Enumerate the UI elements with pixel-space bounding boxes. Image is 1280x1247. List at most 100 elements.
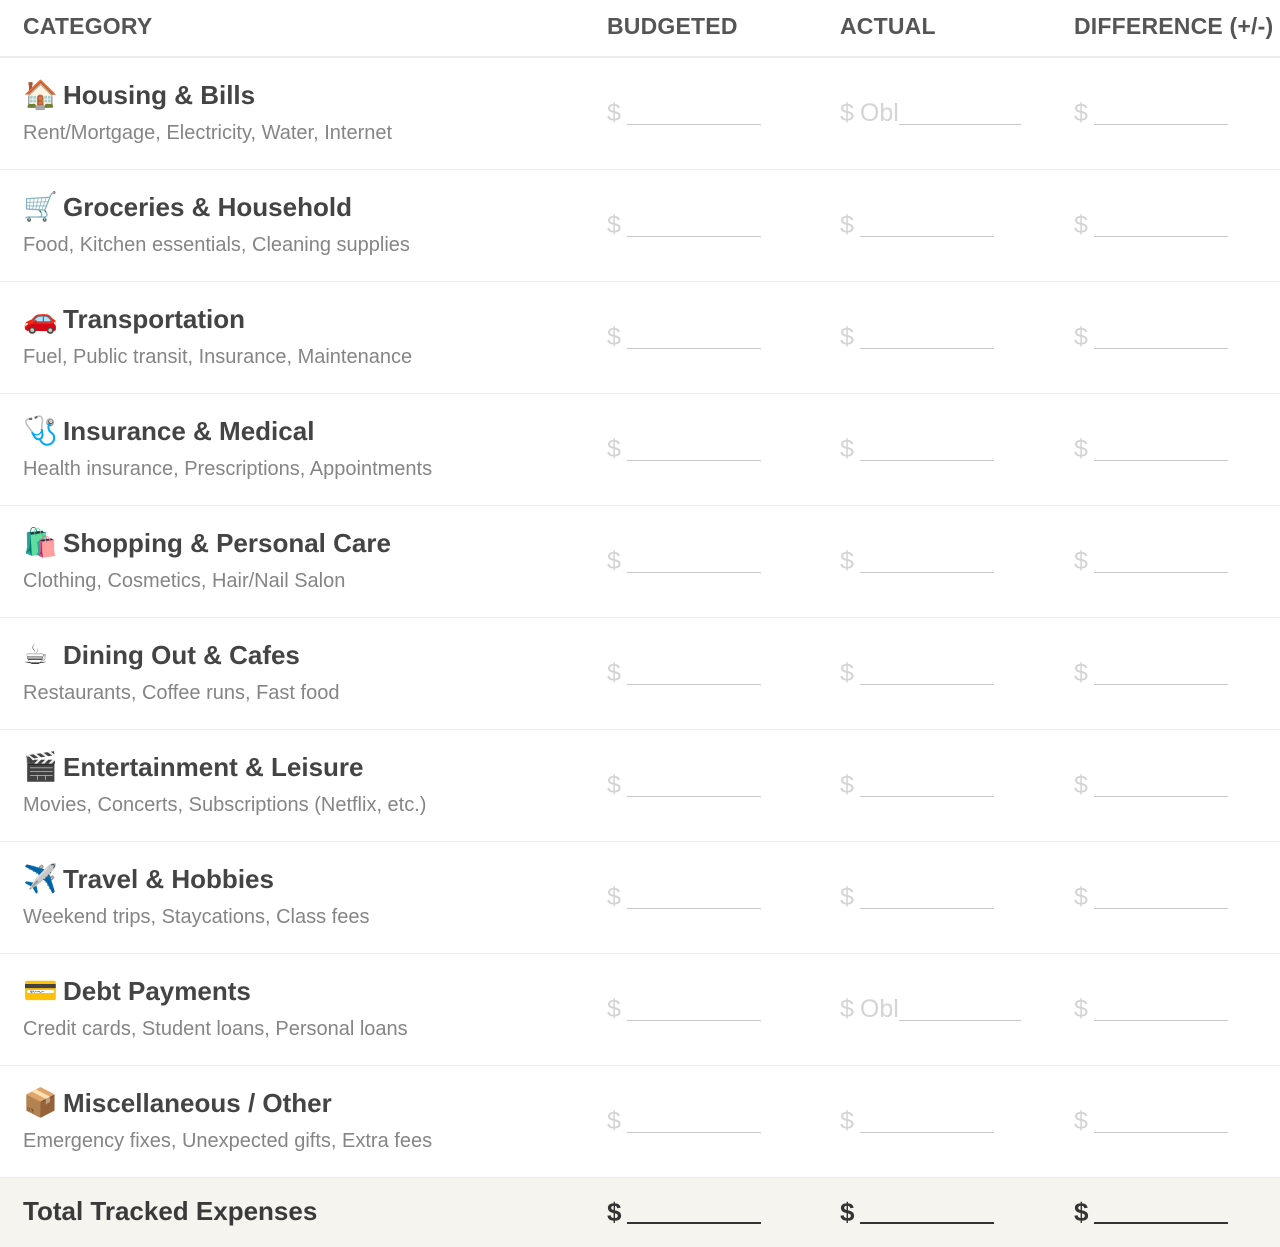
actual-field[interactable]: $ — [840, 1106, 994, 1138]
currency-symbol: $ — [1074, 1107, 1088, 1135]
difference-field[interactable]: $ — [1074, 98, 1228, 130]
difference-field[interactable]: $ — [1074, 994, 1228, 1026]
budgeted-field[interactable]: $ — [607, 434, 761, 466]
blank-line — [1093, 210, 1228, 237]
total-difference-field[interactable]: $ — [1074, 1196, 1229, 1228]
actual-field[interactable]: $ Obl — [840, 994, 1021, 1026]
field-prefill-text: Obl — [859, 995, 899, 1023]
currency-symbol: $ — [1074, 659, 1088, 687]
difference-field[interactable]: $ — [1074, 658, 1228, 690]
blank-line — [626, 1106, 761, 1133]
house-icon: 🏠 — [23, 79, 58, 110]
budgeted-field[interactable]: $ — [607, 322, 761, 354]
blank-line — [626, 658, 761, 685]
category-name: Debt Payments — [63, 976, 251, 1006]
currency-symbol: $ — [840, 659, 854, 687]
actual-field[interactable]: $ Obl — [840, 98, 1021, 130]
blank-line — [1093, 1106, 1228, 1133]
table-row: 🛍️ Shopping & Personal Care Clothing, Cosm… — [0, 506, 1280, 618]
table-row: ✈️ Travel & Hobbies Weekend trips, Staycat… — [0, 842, 1280, 954]
currency-symbol: $ — [1074, 99, 1088, 127]
currency-symbol: $ — [607, 659, 621, 687]
currency-symbol: $ — [607, 211, 621, 239]
difference-field[interactable]: $ — [1074, 210, 1228, 242]
blank-line — [626, 98, 761, 125]
blank-line — [859, 1106, 994, 1133]
budgeted-field[interactable]: $ — [607, 658, 761, 690]
budget-tracker-sheet: CATEGORY BUDGETED ACTUAL DIFFERENCE (+/-… — [0, 0, 1280, 1247]
budgeted-field[interactable]: $ — [607, 546, 761, 578]
clapperboard-icon: 🎬 — [23, 751, 58, 782]
blank-line — [1093, 770, 1228, 797]
currency-symbol: $ — [607, 547, 621, 575]
budgeted-field[interactable]: $ — [607, 98, 761, 130]
blank-line — [1093, 882, 1228, 909]
blank-line — [859, 434, 994, 461]
budgeted-field[interactable]: $ — [607, 770, 761, 802]
blank-line — [626, 546, 761, 573]
difference-field[interactable]: $ — [1074, 322, 1228, 354]
budgeted-field[interactable]: $ — [607, 210, 761, 242]
difference-field[interactable]: $ — [1074, 770, 1228, 802]
category-description: Weekend trips, Staycations, Class fees — [23, 906, 370, 928]
category-name: Miscellaneous / Other — [63, 1088, 332, 1118]
category-rows: 🏠 Housing & Bills Rent/Mortgage, Electrici… — [0, 58, 1280, 1178]
category-description: Fuel, Public transit, Insurance, Mainten… — [23, 346, 413, 368]
credit-card-icon: 💳 — [23, 975, 58, 1006]
difference-field[interactable]: $ — [1074, 1106, 1228, 1138]
actual-field[interactable]: $ — [840, 770, 994, 802]
currency-symbol: $ — [840, 771, 854, 799]
column-header-actual: ACTUAL — [840, 13, 936, 39]
currency-symbol: $ — [607, 883, 621, 911]
currency-symbol: $ — [1074, 211, 1088, 239]
blank-line — [859, 322, 994, 349]
actual-field[interactable]: $ — [840, 322, 994, 354]
blank-line — [898, 994, 1021, 1021]
currency-symbol: $ — [1074, 995, 1088, 1023]
difference-field[interactable]: $ — [1074, 434, 1228, 466]
actual-field[interactable]: $ — [840, 546, 994, 578]
stethoscope-icon: 🩺 — [23, 415, 58, 446]
difference-field[interactable]: $ — [1074, 546, 1228, 578]
actual-field[interactable]: $ — [840, 210, 994, 242]
total-actual-field[interactable]: $ — [840, 1196, 995, 1228]
table-header: CATEGORY BUDGETED ACTUAL DIFFERENCE (+/-… — [0, 0, 1280, 58]
blank-line — [1093, 994, 1228, 1021]
category-name: Housing & Bills — [63, 80, 256, 110]
budgeted-field[interactable]: $ — [607, 882, 761, 914]
category-name: Dining Out & Cafes — [63, 640, 300, 670]
category-name: Groceries & Household — [63, 192, 352, 222]
blank-line — [626, 770, 761, 797]
actual-field[interactable]: $ — [840, 434, 994, 466]
category-description: Food, Kitchen essentials, Cleaning suppl… — [23, 234, 410, 256]
category-description: Movies, Concerts, Subscriptions (Netflix… — [23, 794, 427, 816]
table-row: 🩺 Insurance & Medical Health insurance, Pr… — [0, 394, 1280, 506]
currency-symbol: $ — [1074, 1197, 1089, 1227]
airplane-icon: ✈️ — [23, 863, 58, 894]
total-budgeted-field[interactable]: $ — [607, 1196, 762, 1228]
currency-symbol: $ — [840, 323, 854, 351]
currency-symbol: $ — [607, 99, 621, 127]
currency-symbol: $ — [840, 99, 854, 127]
table-row: 🛒 Groceries & Household Food, Kitchen esse… — [0, 170, 1280, 282]
column-header-budgeted: BUDGETED — [607, 13, 738, 39]
category-name: Transportation — [63, 304, 246, 334]
budgeted-field[interactable]: $ — [607, 994, 761, 1026]
blank-line — [859, 770, 994, 797]
actual-field[interactable]: $ — [840, 658, 994, 690]
blank-line — [627, 1196, 762, 1224]
blank-line — [626, 994, 761, 1021]
blank-line — [859, 658, 994, 685]
budgeted-field[interactable]: $ — [607, 1106, 761, 1138]
currency-symbol: $ — [1074, 883, 1088, 911]
difference-field[interactable]: $ — [1074, 882, 1228, 914]
blank-line — [898, 98, 1021, 125]
currency-symbol: $ — [840, 1197, 855, 1227]
actual-field[interactable]: $ — [840, 882, 994, 914]
blank-line — [1093, 98, 1228, 125]
car-icon: 🚗 — [23, 303, 58, 334]
currency-symbol: $ — [840, 547, 854, 575]
category-description: Rent/Mortgage, Electricity, Water, Inter… — [23, 122, 393, 144]
currency-symbol: $ — [840, 1107, 854, 1135]
blank-line — [626, 322, 761, 349]
